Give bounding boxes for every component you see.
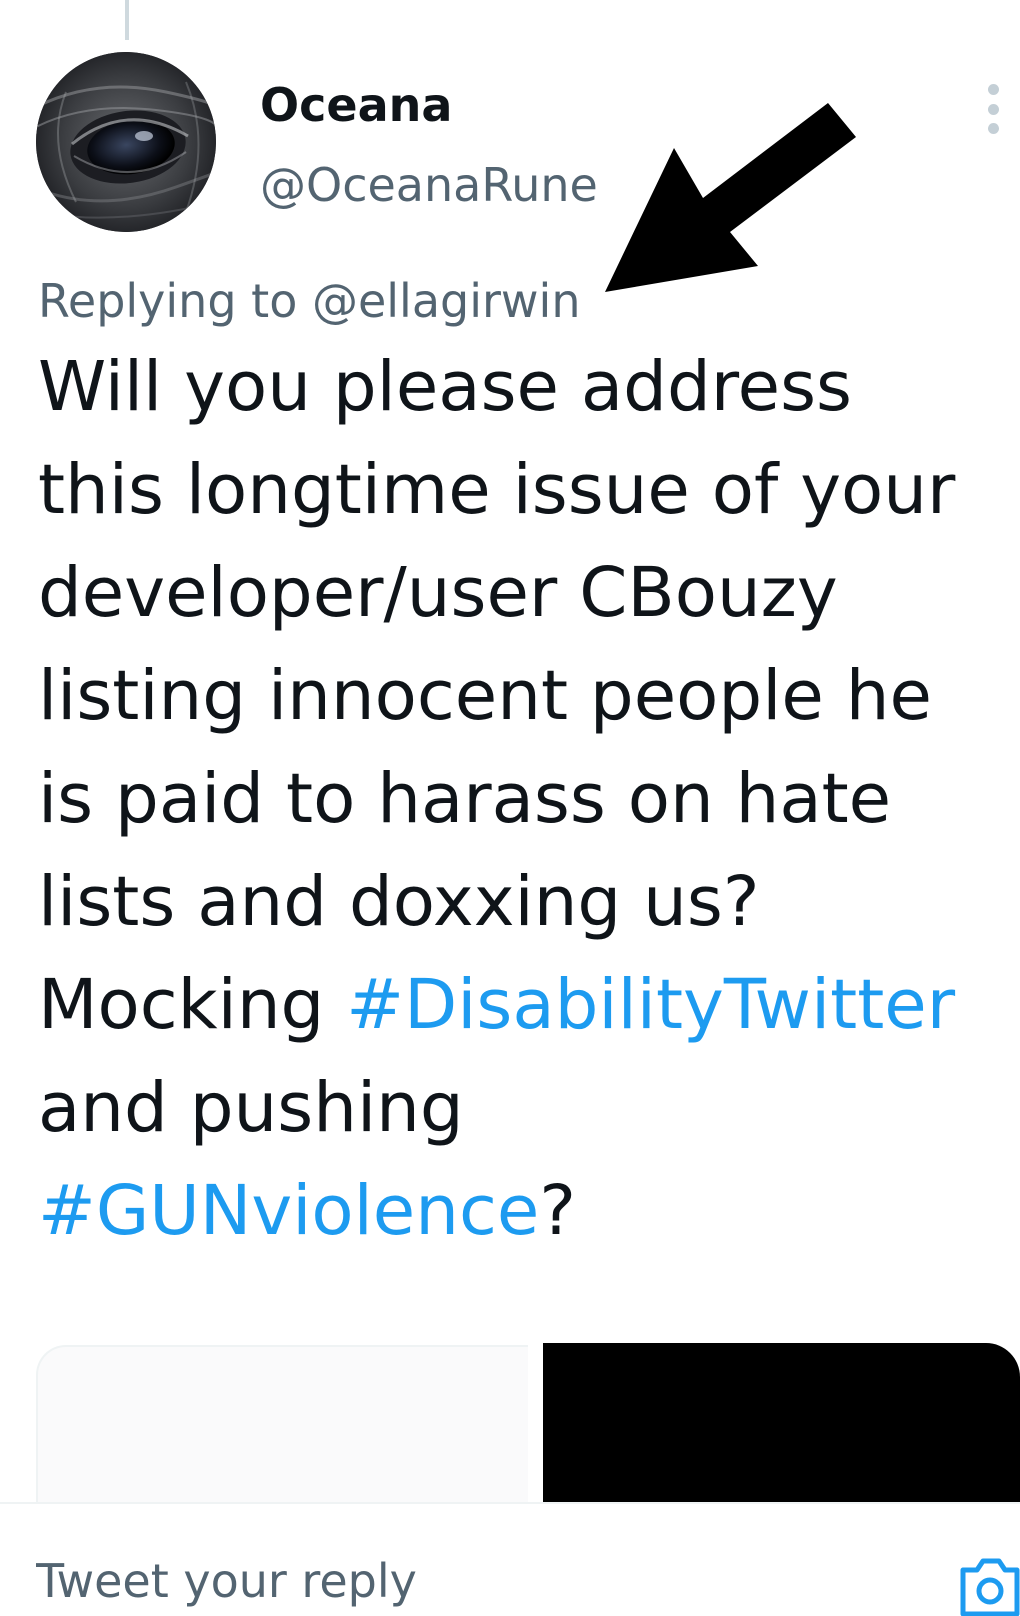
more-vertical-icon-dot (987, 123, 999, 134)
replying-to-label: Replying to (38, 274, 312, 328)
avatar-eye-image (36, 52, 216, 232)
media-card-right[interactable] (543, 1343, 1020, 1503)
author-handle[interactable]: @OceanaRune (260, 158, 598, 212)
camera-icon[interactable] (955, 1556, 1020, 1616)
tweet-text-part: Will you please address this longtime is… (38, 347, 956, 1045)
author-display-name[interactable]: Oceana (260, 78, 452, 132)
tweet-text-part: ? (539, 1171, 576, 1251)
hashtag-link[interactable]: #DisabilityTwitter (346, 965, 955, 1045)
more-vertical-icon-dot (987, 103, 999, 115)
avatar[interactable] (36, 52, 216, 232)
hashtag-link[interactable]: #GUNviolence (38, 1171, 539, 1251)
replying-to-line: Replying to @ellagirwin (38, 274, 580, 328)
tweet-text-part: and pushing (38, 1068, 464, 1148)
tweet-text: Will you please address this longtime is… (38, 336, 998, 1263)
thread-connector-line (125, 0, 129, 40)
media-card-left[interactable] (36, 1345, 528, 1503)
reply-input[interactable] (36, 1554, 736, 1608)
more-vertical-icon-dot (987, 84, 999, 95)
replying-to-mention-link[interactable]: @ellagirwin (312, 274, 581, 328)
more-options-button[interactable] (980, 84, 1006, 134)
reply-composer-bar (0, 1502, 1020, 1616)
arrow-pointer-icon (605, 103, 856, 292)
